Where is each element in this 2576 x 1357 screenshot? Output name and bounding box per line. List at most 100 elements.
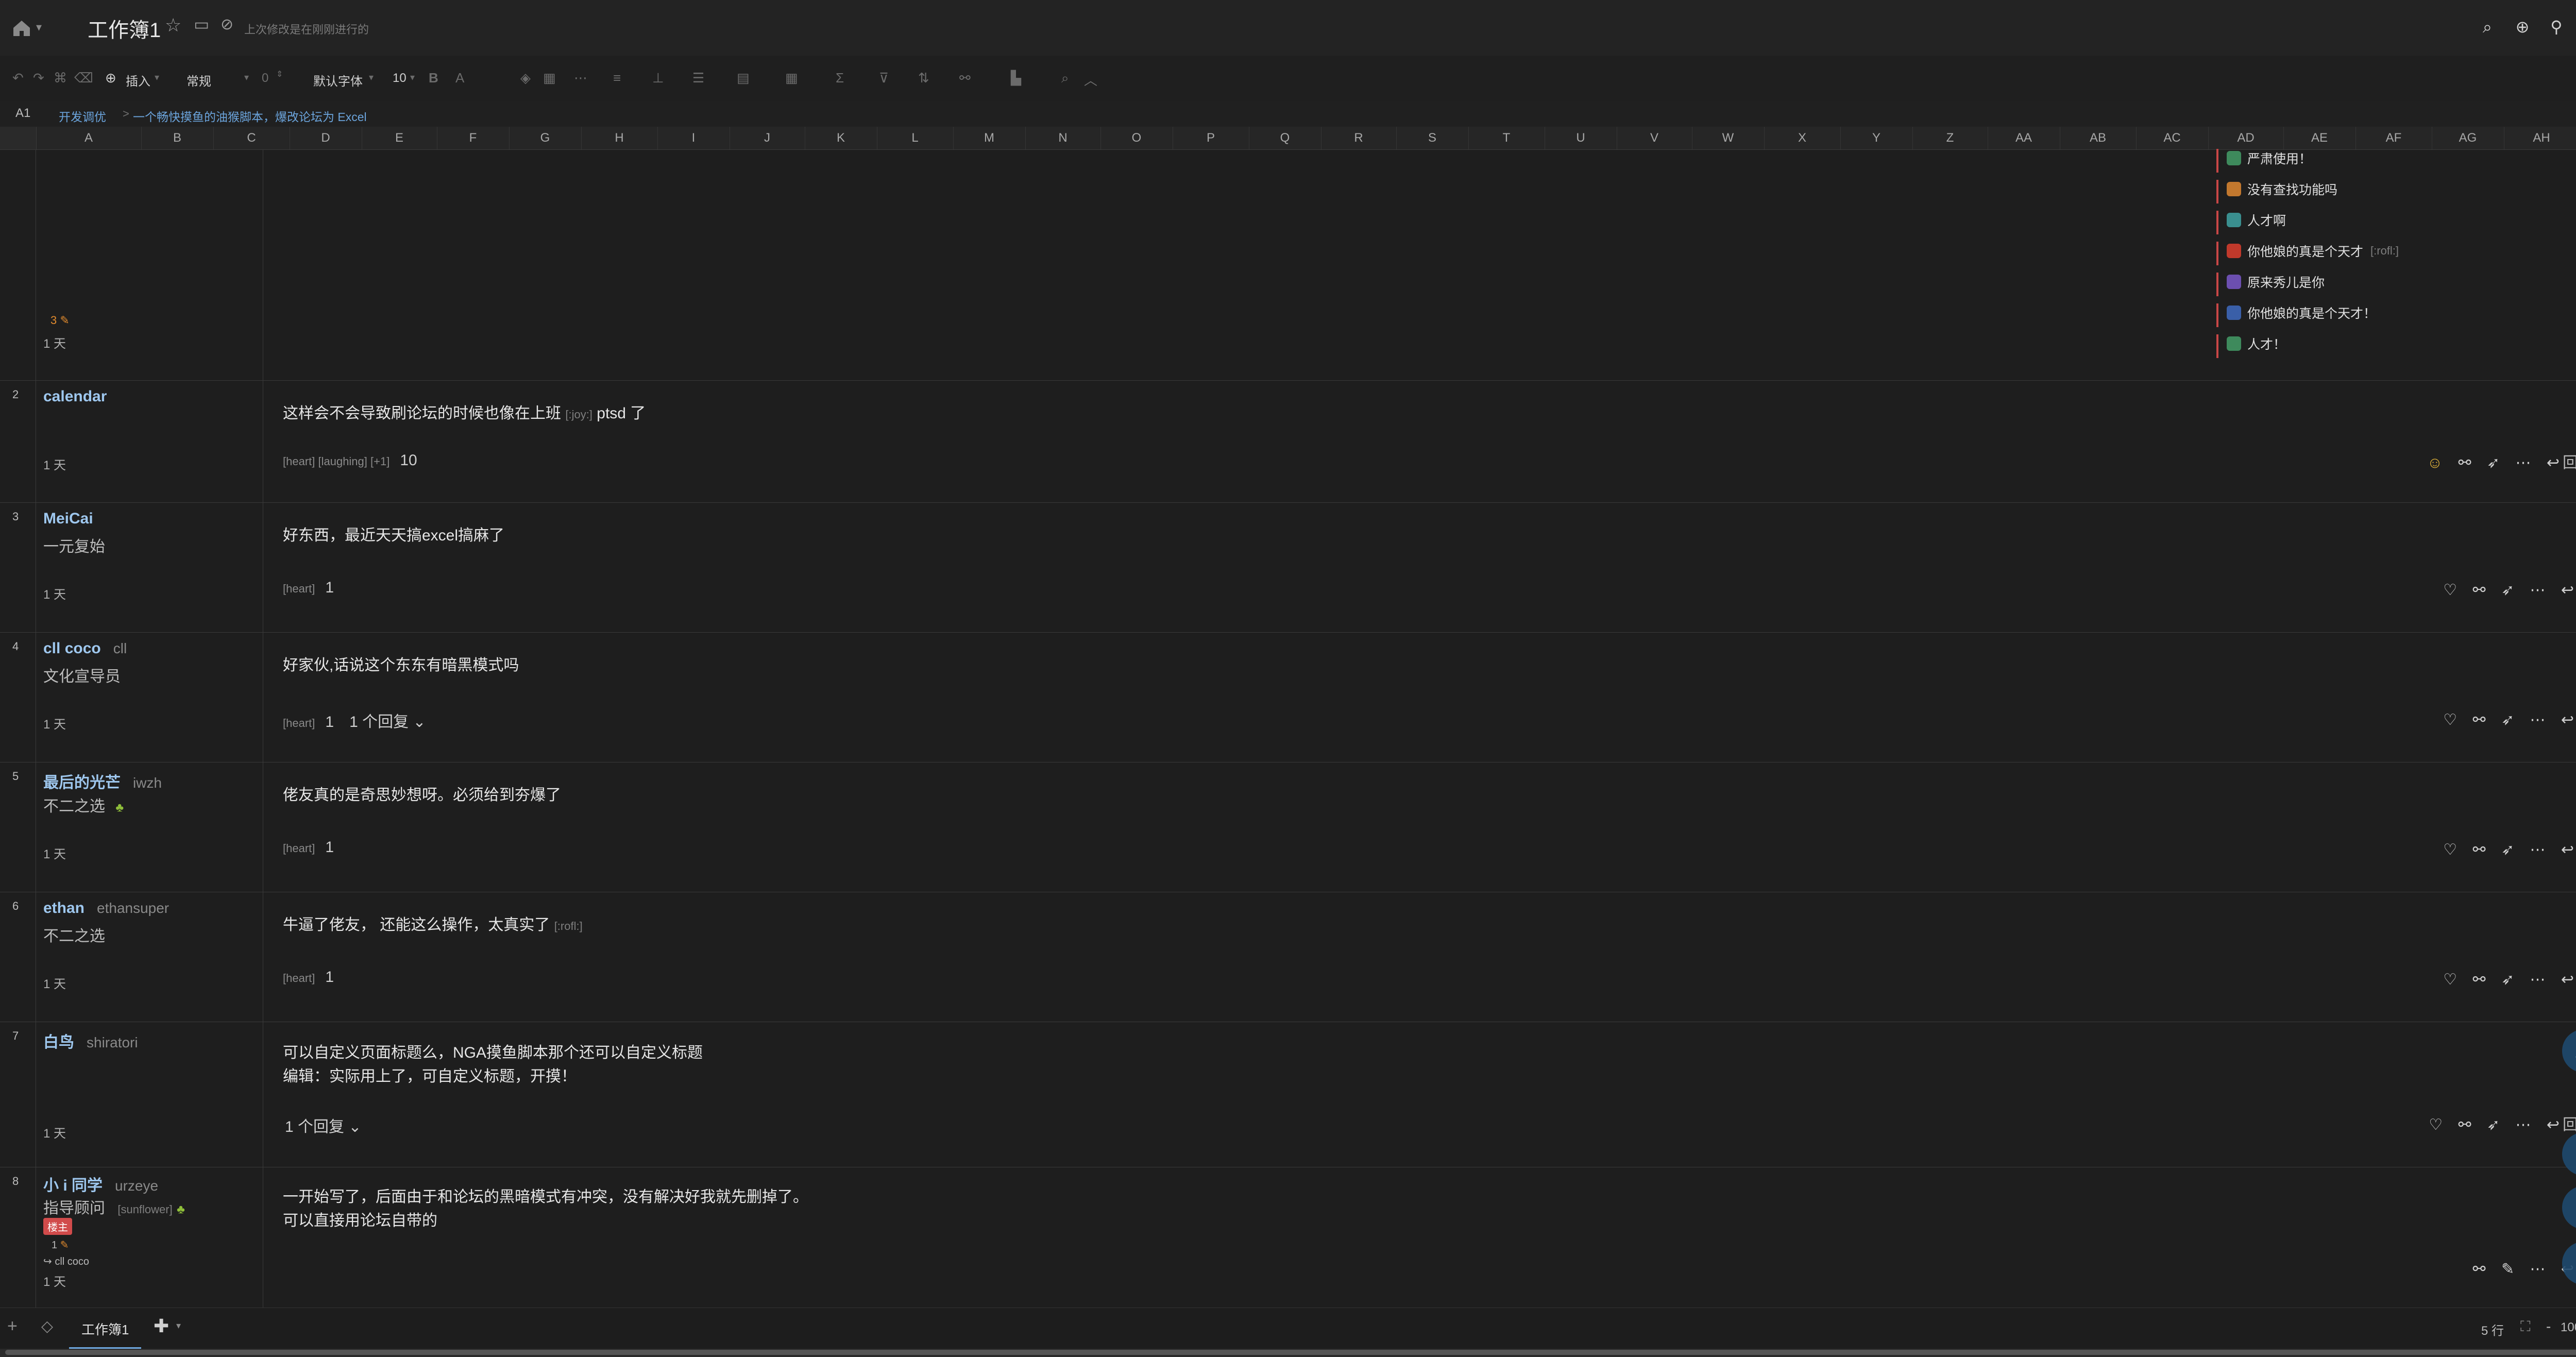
undo-icon[interactable]: ↶ [12, 70, 24, 86]
more-icon[interactable]: ⋯ [2516, 1116, 2531, 1134]
rocket-icon[interactable]: ➶ [2487, 1116, 2500, 1134]
more-icon[interactable]: ⋯ [2530, 581, 2546, 599]
column-header-cell[interactable]: Z [1912, 127, 1988, 149]
avatar[interactable] [2227, 244, 2241, 258]
scrollbar-thumb[interactable] [5, 1350, 2576, 1355]
star-icon[interactable]: ☆ [165, 14, 181, 36]
search-icon[interactable]: ⌕ [1061, 70, 1069, 87]
font-color-icon[interactable]: A [455, 70, 464, 86]
rocket-icon[interactable]: ➶ [2501, 971, 2514, 989]
heart-icon[interactable]: ♡ [2443, 581, 2457, 599]
column-header-cell[interactable]: N [1025, 127, 1101, 149]
avatar[interactable] [2227, 182, 2241, 196]
column-header-cell[interactable]: K [805, 127, 877, 149]
column-header-cell[interactable]: P [1173, 127, 1249, 149]
avatar[interactable] [2227, 336, 2241, 351]
username[interactable]: cll coco cll [43, 640, 127, 657]
redo-icon[interactable]: ↷ [33, 70, 44, 86]
edit-icon[interactable]: ✎ [2501, 1260, 2514, 1278]
column-header-cell[interactable]: AB [2060, 127, 2137, 149]
chat-message[interactable]: 没有查找功能吗 [2216, 180, 2337, 203]
select-all-corner[interactable] [0, 127, 37, 149]
avatar[interactable] [2227, 213, 2241, 227]
font-family-select[interactable]: 默认字体 [313, 71, 363, 89]
column-header-cell[interactable]: AC [2136, 127, 2209, 149]
sheet-tab[interactable]: 工作簿1 [69, 1315, 142, 1349]
stepper-icon[interactable]: ⇕ [276, 69, 283, 79]
column-header-cell[interactable]: Q [1249, 127, 1321, 149]
post-cell[interactable]: 牛逼了佬友， 还能这么操作，太真实了 [:rofl:] [heart] 1 ♡ ⚯… [263, 892, 2576, 1022]
username[interactable]: calendar [43, 388, 107, 405]
new-sheet-icon[interactable]: ✚ [154, 1315, 169, 1337]
fullscreen-icon[interactable]: ⛶ [2520, 1318, 2531, 1335]
username[interactable]: 小 i 同学 urzeye [43, 1173, 158, 1195]
emoji-icon[interactable]: ☺ [2427, 454, 2443, 472]
home-icon[interactable] [11, 18, 32, 38]
more-icon[interactable]: ⋯ [2530, 1260, 2546, 1278]
column-header-cell[interactable]: Y [1840, 127, 1913, 149]
column-header-cell[interactable]: R [1321, 127, 1397, 149]
breadcrumb-topic[interactable]: 一个畅快摸鱼的油猴脚本，爆改论坛为 Excel [133, 107, 367, 125]
chat-message[interactable]: 人才！ [2216, 334, 2286, 358]
column-header-cell[interactable]: M [953, 127, 1026, 149]
link-icon[interactable]: ⚯ [2473, 841, 2486, 859]
username[interactable]: MeiCai [43, 510, 93, 528]
sum-icon[interactable]: Σ [836, 70, 844, 86]
row-number[interactable]: 3 [0, 503, 36, 632]
column-header-cell[interactable]: AD [2208, 127, 2284, 149]
column-header-cell[interactable]: AE [2283, 127, 2356, 149]
row-number[interactable]: 2 [0, 381, 36, 502]
fill-color-icon[interactable]: ◈ [520, 70, 531, 86]
user-icon[interactable]: ⚲ [2546, 16, 2567, 37]
reactions[interactable]: [heart] 1 1 个回复 ⌄ [283, 709, 426, 732]
table-row[interactable]: 3 MeiCai 一元复始 1 天 好东西，最近天天搞excel搞麻了 [hea… [0, 503, 2576, 633]
column-header-cell[interactable]: AF [2355, 127, 2432, 149]
reply-icon[interactable]: ↩ [2561, 581, 2574, 599]
collapse-icon[interactable]: ︿ [1084, 70, 1097, 89]
heart-icon[interactable]: ♡ [2443, 711, 2457, 729]
font-size-select[interactable]: 10 [393, 71, 406, 86]
reply-button[interactable]: 回复 [2563, 450, 2576, 472]
more-icon[interactable]: ⋯ [574, 70, 587, 86]
insert-button[interactable]: 插入 [126, 71, 150, 89]
chevron-down-icon[interactable]: ▾ [410, 72, 415, 83]
rocket-icon[interactable]: ➶ [2501, 711, 2514, 729]
chat-message[interactable]: 严肃使用！ [2216, 149, 2312, 173]
table-row[interactable]: 8 小 i 同学 urzeye 指导顾问 [sunflower] ♣ 楼主 1 ✎… [0, 1167, 2576, 1308]
author-cell[interactable]: MeiCai 一元复始 1 天 [36, 503, 263, 632]
reactions[interactable]: [heart] 1 [283, 579, 334, 597]
username[interactable]: ethan ethansuper [43, 900, 169, 917]
column-header-cell[interactable]: B [141, 127, 214, 149]
column-header-cell[interactable]: U [1545, 127, 1617, 149]
chevron-down-icon[interactable]: ▾ [176, 1320, 181, 1331]
align-icon[interactable]: ≡ [613, 70, 621, 86]
row-number[interactable]: 7 [0, 1022, 36, 1167]
avatar[interactable] [2227, 151, 2241, 165]
chat-message[interactable]: 原来秀儿是你 [2216, 273, 2325, 296]
rocket-icon[interactable]: ➶ [2501, 581, 2514, 599]
link-icon[interactable]: ⚯ [2473, 581, 2486, 599]
workbook-title[interactable]: 工作簿1 [88, 13, 161, 43]
valign-icon[interactable]: ⊥ [652, 70, 664, 86]
avatar[interactable] [2227, 306, 2241, 320]
insert-icon[interactable]: ⊕ [105, 70, 116, 86]
table-row[interactable]: 5 最后的光芒 iwzh 不二之选 ♣ 1 天 佬友真的是奇思妙想呀。必须给到夯爆… [0, 762, 2576, 892]
add-sheet-icon[interactable]: + [7, 1316, 18, 1336]
rocket-icon[interactable]: ➶ [2487, 454, 2500, 472]
row-number[interactable]: 5 [0, 762, 36, 892]
column-header-cell[interactable]: W [1692, 127, 1765, 149]
heart-icon[interactable]: ♡ [2443, 971, 2457, 989]
chart-icon[interactable]: ▙ [1011, 70, 1021, 86]
row-number[interactable]: 4 [0, 633, 36, 762]
more-icon[interactable]: ⋯ [2530, 971, 2546, 989]
chat-message[interactable]: 你他娘的真是个天才 [:rofl:] [2216, 242, 2399, 265]
author-cell[interactable]: 最后的光芒 iwzh 不二之选 ♣ 1 天 [36, 762, 263, 892]
folder-icon[interactable]: ▭ [194, 14, 209, 34]
table-row[interactable]: 6 ethan ethansuper 不二之选 1 天 牛逼了佬友， 还能这么操作… [0, 892, 2576, 1022]
row-number[interactable]: 8 [0, 1167, 36, 1308]
post-cell[interactable]: 一开始写了，后面由于和论坛的黑暗模式有冲突，没有解决好我就先删掉了。 可以直接用… [263, 1167, 2576, 1308]
username[interactable]: 最后的光芒 iwzh [43, 770, 162, 792]
table-row[interactable]: 3 ✎ 1 天 严肃使用！◂没有查找功能吗◂人才啊◂你他娘的真是个天才[:rof… [0, 149, 2576, 381]
column-header-cell[interactable]: E [362, 127, 437, 149]
breadcrumb-category[interactable]: 开发调优 [59, 107, 106, 125]
